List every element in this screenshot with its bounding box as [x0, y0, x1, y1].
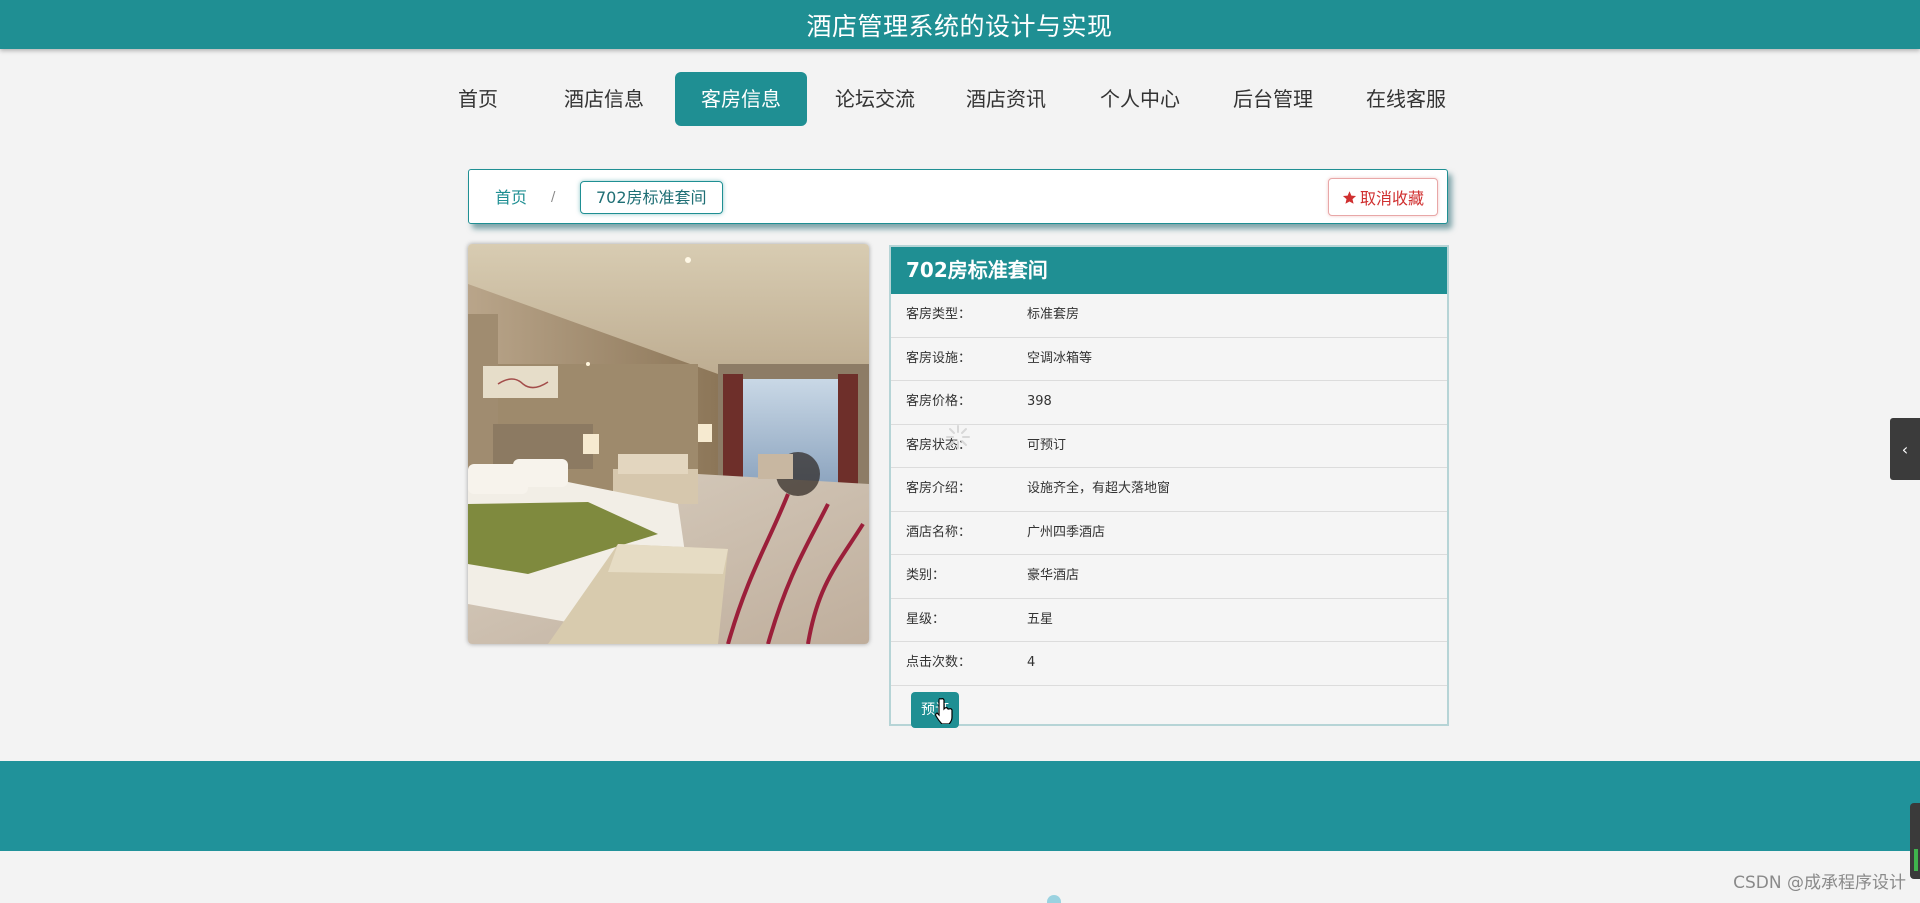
- room-field-row: 点击次数： 4: [891, 642, 1447, 686]
- nav-item-hotel-info[interactable]: 酒店信息: [550, 72, 658, 126]
- room-facilities-label: 客房设施：: [906, 350, 972, 366]
- site-header: 酒店管理系统的设计与实现: [0, 0, 1920, 49]
- status-bar: [1914, 849, 1918, 871]
- room-type-label: 客房类型：: [906, 307, 972, 322]
- room-intro-value: 设施齐全，有超大落地窗: [1027, 481, 1171, 496]
- scroll-indicator-icon: [1047, 895, 1061, 903]
- site-footer: [0, 761, 1920, 851]
- click-count-value: 4: [1027, 655, 1036, 670]
- room-title: 702房标准套间: [891, 247, 1447, 294]
- side-panel-toggle[interactable]: ‹: [1890, 418, 1920, 480]
- room-detail-panel: 702房标准套间 客房类型： 标准套房 客房设施： 空调冰箱等 客房价格： 39…: [889, 245, 1449, 728]
- breadcrumb-home-link[interactable]: 首页: [495, 170, 527, 225]
- nav-item-personal-center[interactable]: 个人中心: [1086, 72, 1194, 126]
- room-price-value: 398: [1027, 394, 1052, 409]
- room-facilities-value: 空调冰箱等: [1027, 350, 1093, 366]
- room-intro-label: 客房介绍：: [906, 481, 972, 496]
- floating-widget[interactable]: [1910, 803, 1920, 879]
- room-field-row: 客房状态： 可预订: [891, 425, 1447, 468]
- room-field-row: 客房设施： 空调冰箱等: [891, 338, 1447, 381]
- breadcrumb: 首页 / 702房标准套间 取消收藏: [468, 169, 1448, 224]
- nav-item-admin[interactable]: 后台管理: [1219, 72, 1327, 126]
- room-type-value: 标准套房: [1027, 307, 1080, 322]
- nav-item-home[interactable]: 首页: [450, 72, 506, 126]
- nav-item-room-info[interactable]: 客房信息: [675, 72, 807, 126]
- cancel-favorite-label: 取消收藏: [1359, 189, 1424, 208]
- room-field-row: 客房类型： 标准套房: [891, 294, 1447, 338]
- room-field-row: 类别： 豪华酒店: [891, 555, 1447, 599]
- room-field-row: 酒店名称： 广州四季酒店: [891, 512, 1447, 555]
- room-field-row: 星级： 五星: [891, 599, 1447, 642]
- watermark: CSDN @成承程序设计: [1733, 873, 1906, 893]
- nav-item-hotel-news[interactable]: 酒店资讯: [952, 72, 1060, 126]
- star-rating-label: 星级：: [906, 611, 946, 627]
- action-row: 预订: [891, 686, 1447, 736]
- hotel-room-image: [468, 244, 869, 644]
- chevron-left-icon: ‹: [1901, 439, 1909, 459]
- room-photo: [468, 244, 869, 644]
- category-value: 豪华酒店: [1027, 568, 1080, 583]
- hotel-name-label: 酒店名称：: [906, 524, 972, 540]
- site-title: 酒店管理系统的设计与实现: [806, 11, 1113, 41]
- room-price-label: 客房价格：: [906, 394, 972, 409]
- hand-pointer-icon: [935, 698, 953, 724]
- category-label: 类别：: [906, 568, 946, 583]
- room-status-value: 可预订: [1027, 437, 1067, 453]
- main-nav: 首页 酒店信息 客房信息 论坛交流 酒店资讯 个人中心 后台管理 在线客服: [450, 72, 1450, 126]
- breadcrumb-separator: /: [551, 190, 556, 205]
- star-rating-value: 五星: [1027, 611, 1054, 627]
- star-icon: [1342, 190, 1357, 204]
- click-count-label: 点击次数：: [906, 655, 972, 670]
- nav-item-forum[interactable]: 论坛交流: [821, 72, 929, 126]
- cancel-favorite-button[interactable]: 取消收藏: [1328, 178, 1438, 216]
- loading-spinner-icon: [946, 425, 970, 449]
- room-field-row: 客房介绍： 设施齐全，有超大落地窗: [891, 468, 1447, 512]
- room-field-row: 客房价格： 398: [891, 381, 1447, 425]
- hotel-name-value: 广州四季酒店: [1027, 524, 1106, 540]
- breadcrumb-current: 702房标准套间: [580, 181, 723, 214]
- nav-item-online-service[interactable]: 在线客服: [1352, 72, 1460, 126]
